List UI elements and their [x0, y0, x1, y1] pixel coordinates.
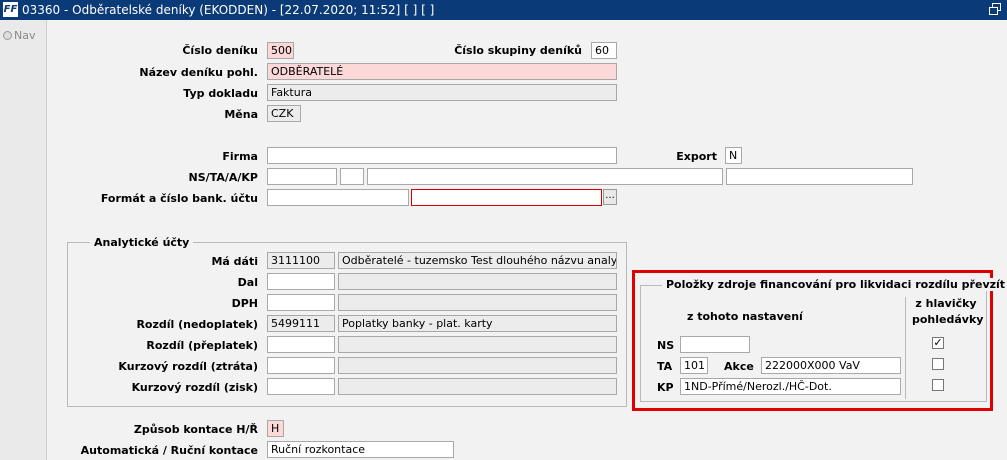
financing-divider: [905, 297, 906, 399]
rozdil-nedoplatek-desc-field[interactable]: Poplatky banky - plat. karty: [338, 315, 617, 332]
automaticka-kontace-label: Automatická / Ruční kontace: [80, 444, 258, 457]
kurzovy-rozdil-zisk-desc-field[interactable]: [338, 378, 617, 395]
kurzovy-rozdil-ztrata-label: Kurzový rozdíl (ztráta): [118, 360, 258, 373]
kurzovy-rozdil-zisk-label: Kurzový rozdíl (zisk): [131, 381, 258, 394]
ma-dati-code-field[interactable]: 3111100: [267, 252, 335, 269]
fin-akce-label: Akce: [724, 360, 754, 373]
fin-ta-field[interactable]: 101: [680, 357, 708, 374]
fin-kp-field[interactable]: 1ND-Přímé/Nerozl./HČ-Dot.: [680, 378, 901, 395]
cislo-skupiny-field[interactable]: 60: [591, 42, 617, 59]
ns-ta-a-kp-label: NS/TA/A/KP: [188, 171, 258, 184]
financing-title: Položky zdroje financování pro likvidaci…: [662, 278, 1007, 291]
dal-code-field[interactable]: [267, 273, 335, 290]
fin-ta-label: TA: [657, 360, 673, 373]
dal-desc-field[interactable]: [338, 273, 617, 290]
typ-dokladu-field[interactable]: Faktura: [267, 84, 617, 101]
format-uctu-label: Formát a číslo bank. účtu: [100, 192, 258, 205]
kurzovy-rozdil-zisk-code-field[interactable]: [267, 378, 335, 395]
firma-field[interactable]: [267, 147, 617, 164]
kurzovy-rozdil-ztrata-desc-field[interactable]: [338, 357, 617, 374]
dal-label: Dal: [237, 276, 258, 289]
left-navigation-panel: Nav: [0, 20, 47, 460]
format-uctu-field[interactable]: [267, 189, 409, 206]
fin-ns-label: NS: [657, 339, 675, 352]
kp-field[interactable]: [726, 168, 913, 185]
rozdil-preplatek-label: Rozdíl (přeplatek): [146, 339, 258, 352]
fin-kp-checkbox[interactable]: [932, 379, 944, 391]
nav-label: Nav: [14, 29, 36, 42]
ma-dati-label: Má dáti: [211, 255, 258, 268]
radio-icon: [3, 31, 12, 40]
cislo-deniku-field[interactable]: 500: [267, 42, 294, 59]
app-logo-icon: FF: [3, 2, 18, 17]
cislo-uctu-field[interactable]: [411, 189, 602, 206]
fin-ns-checkbox[interactable]: ✓: [932, 337, 944, 349]
fin-akce-field[interactable]: 222000X000 VaV: [761, 357, 901, 374]
automaticka-kontace-field[interactable]: Ruční rozkontace: [267, 441, 454, 458]
typ-dokladu-label: Typ dokladu: [183, 87, 258, 100]
nazev-deniku-label: Název deníku pohl.: [139, 66, 258, 79]
rozdil-preplatek-desc-field[interactable]: [338, 336, 617, 353]
z-hlavicky-label: z hlavičky: [915, 297, 977, 310]
nazev-deniku-field[interactable]: ODBĚRATELÉ: [267, 63, 617, 80]
mena-field[interactable]: CZK: [267, 105, 301, 122]
cislo-skupiny-label: Číslo skupiny deníků: [454, 44, 582, 57]
zpusob-kontace-field[interactable]: H: [267, 420, 284, 437]
kurzovy-rozdil-ztrata-code-field[interactable]: [267, 357, 335, 374]
export-label: Export: [676, 150, 717, 163]
a-field[interactable]: [367, 168, 723, 185]
restore-window-icon[interactable]: [989, 3, 1001, 15]
title-bar: FF 03360 - Odběratelské deníky (EKODDEN)…: [0, 0, 1007, 20]
rozdil-preplatek-code-field[interactable]: [267, 336, 335, 353]
zpusob-kontace-label: Způsob kontace H/Ř: [133, 423, 258, 436]
pohledavky-label: pohledávky: [912, 313, 984, 326]
ma-dati-desc-field[interactable]: Odběratelé - tuzemsko Test dlouhého názv…: [338, 252, 617, 269]
fin-kp-label: KP: [657, 381, 674, 394]
mena-label: Měna: [224, 108, 258, 121]
export-field[interactable]: N: [725, 147, 742, 164]
nav-item[interactable]: Nav: [3, 29, 35, 42]
fin-ta-checkbox[interactable]: [932, 358, 944, 370]
rozdil-nedoplatek-code-field[interactable]: 5499111: [267, 315, 335, 332]
fin-ns-field[interactable]: [680, 336, 750, 353]
dph-label: DPH: [231, 297, 258, 310]
z-tohoto-nastaveni-label: z tohoto nastavení: [687, 310, 803, 323]
ellipsis-button[interactable]: ...: [603, 189, 617, 205]
window-title: 03360 - Odběratelské deníky (EKODDEN) - …: [22, 3, 435, 17]
cislo-deniku-label: Číslo deníku: [182, 44, 258, 57]
ns-field[interactable]: [267, 168, 337, 185]
dph-desc-field[interactable]: [338, 294, 617, 311]
dph-code-field[interactable]: [267, 294, 335, 311]
rozdil-nedoplatek-label: Rozdíl (nedoplatek): [136, 318, 258, 331]
firma-label: Firma: [222, 150, 258, 163]
checkmark-icon: ✓: [933, 336, 943, 349]
analytic-accounts-title: Analytické účty: [90, 236, 194, 249]
ta-field[interactable]: [340, 168, 364, 185]
